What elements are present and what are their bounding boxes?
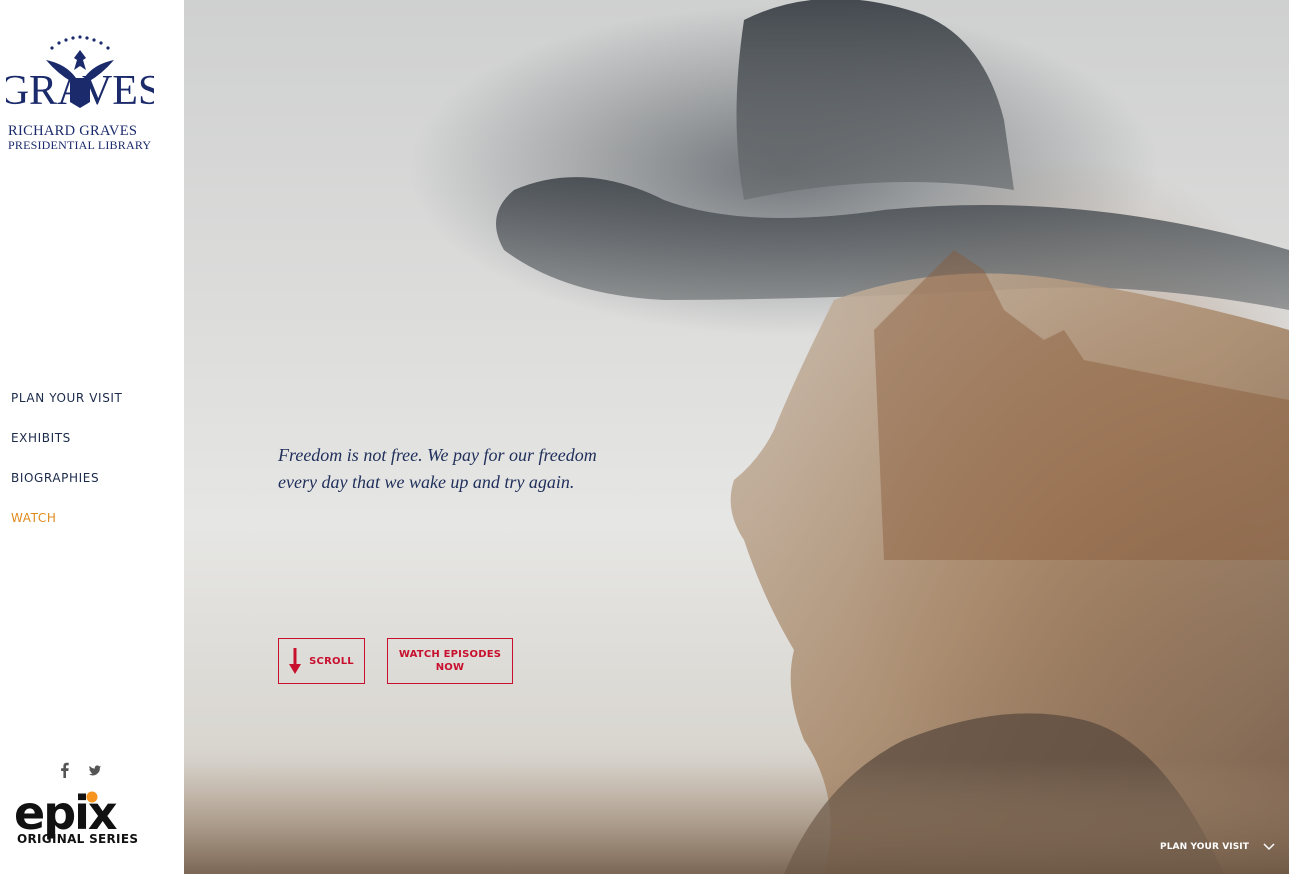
nav-item-biographies[interactable]: BIOGRAPHIES [11, 470, 123, 510]
logo-line-2: PRESIDENTIAL LIBRARY [8, 138, 152, 152]
logo-wordmark: GRAVES [6, 68, 154, 114]
scroll-button[interactable]: SCROLL [278, 638, 365, 684]
watch-episodes-button[interactable]: WATCH EPISODES NOW [387, 638, 513, 684]
social-links [58, 762, 102, 778]
epix-logo[interactable]: epix ORIGINAL SERIES [14, 790, 146, 846]
epix-dot-icon [86, 791, 98, 803]
plan-your-visit-label: PLAN YOUR VISIT [1160, 842, 1249, 852]
quote-line-1: Freedom is not free. We pay for our free… [278, 445, 597, 465]
nav-item-watch[interactable]: WATCH [11, 510, 123, 550]
sidebar: GRAVES RICHARD GRAVES PRESIDENTIAL LIBRA… [0, 0, 184, 874]
logo-line-1: RICHARD GRAVES [8, 123, 138, 139]
watch-episodes-label: WATCH EPISODES NOW [398, 649, 502, 673]
main-nav: PLAN YOUR VISIT EXHIBITS BIOGRAPHIES WAT… [11, 390, 123, 550]
quote-line-2: every day that we wake up and try again. [278, 472, 575, 492]
twitter-icon[interactable] [88, 762, 102, 778]
scroll-label: SCROLL [309, 655, 354, 667]
facebook-icon[interactable] [58, 762, 72, 778]
plan-your-visit-link[interactable]: PLAN YOUR VISIT [1160, 842, 1275, 852]
hero-portrait-image [184, 0, 1289, 874]
hero: Freedom is not free. We pay for our free… [184, 0, 1289, 874]
site-logo[interactable]: GRAVES RICHARD GRAVES PRESIDENTIAL LIBRA… [6, 34, 156, 152]
graves-emblem-icon: GRAVES [6, 35, 154, 114]
chevron-down-icon [1263, 843, 1275, 851]
hero-quote: Freedom is not free. We pay for our free… [278, 442, 698, 496]
nav-item-plan-your-visit[interactable]: PLAN YOUR VISIT [11, 390, 123, 430]
arrow-down-icon [289, 648, 302, 674]
epix-wordmark: epix [14, 786, 118, 840]
nav-item-exhibits[interactable]: EXHIBITS [11, 430, 123, 470]
